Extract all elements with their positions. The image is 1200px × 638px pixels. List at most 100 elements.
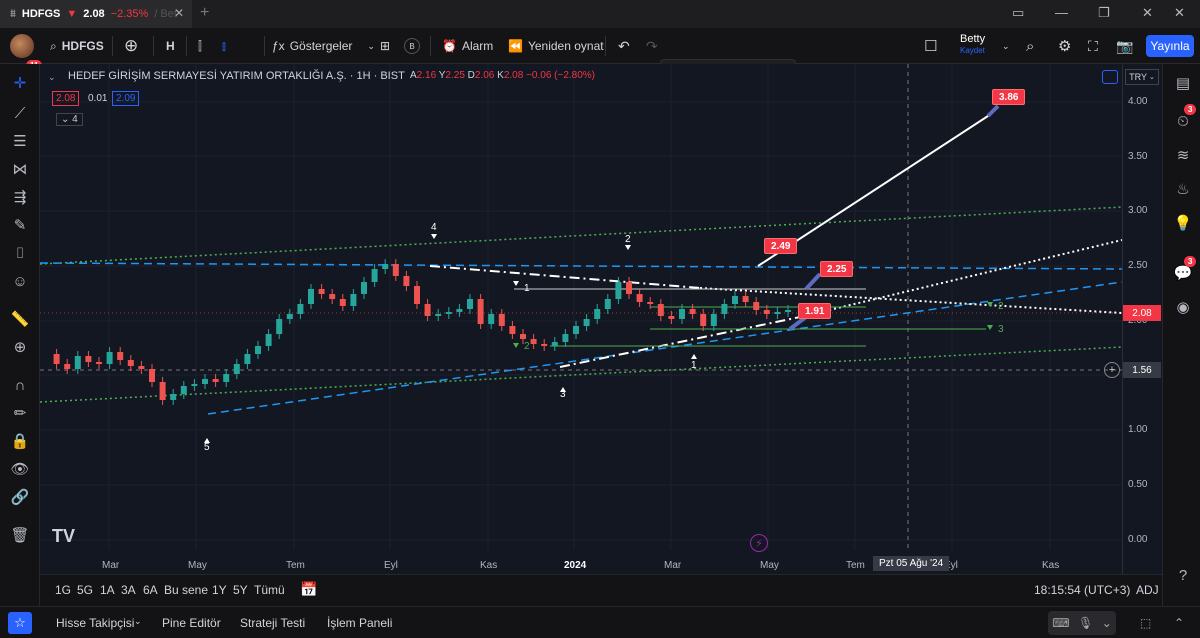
range-button[interactable]: 1G — [55, 583, 71, 597]
chart-pane[interactable]: 5 4 3 2 1 1 2 2 3 3.86 2.49 2.25 1.91 ⌄ … — [40, 64, 1162, 574]
price-tick: 2.50 — [1128, 260, 1148, 271]
brush-icon[interactable]: ✎ — [8, 214, 32, 236]
interval-button[interactable]: H — [166, 28, 175, 64]
eye-icon[interactable]: 👁 — [8, 458, 32, 480]
range-button[interactable]: 5Y — [233, 583, 248, 597]
sync-icon[interactable] — [1102, 70, 1118, 84]
fullscreen-icon[interactable]: ⛶ — [1088, 28, 1098, 64]
candle-body — [636, 294, 643, 302]
range-button[interactable]: 5G — [77, 583, 93, 597]
fib-icon[interactable]: ☰ — [8, 130, 32, 152]
alarm-button[interactable]: ⏰ Alarm — [442, 28, 493, 64]
maximize-panel-icon[interactable]: ⬚ — [1140, 616, 1151, 630]
adj-toggle[interactable]: ADJ — [1136, 583, 1159, 597]
footer-tab[interactable]: Pine Editör — [162, 616, 221, 630]
maximize-icon[interactable]: ❐ — [1098, 5, 1110, 21]
user-save[interactable]: Betty Kaydet — [960, 34, 985, 56]
target-tag[interactable]: 3.86 — [992, 89, 1026, 105]
price-scale[interactable]: TRY⌄ 4.00 3.50 3.00 2.50 2.00 1.50 1.00 … — [1122, 64, 1162, 574]
keyboard-icon[interactable]: ⌨ — [1052, 616, 1069, 630]
ask-price[interactable]: 2.09 — [112, 91, 140, 106]
ruler-icon[interactable]: 📏 — [8, 308, 32, 330]
symbol-search[interactable]: ⌕ HDFGS — [50, 28, 104, 64]
range-button[interactable]: Bu sene — [164, 583, 208, 597]
zoom-icon[interactable]: ⌕ — [1026, 28, 1034, 64]
candle-body — [689, 309, 696, 314]
indicators-button[interactable]: ƒx Göstergeler ⌄ — [272, 28, 375, 64]
watchlist-icon[interactable]: ▤ — [1171, 72, 1195, 94]
footer-tab[interactable]: İşlem Paneli — [327, 616, 392, 630]
goto-date-icon[interactable]: 📅 — [300, 581, 317, 598]
undo-icon[interactable]: ↶ — [618, 28, 630, 64]
close-tab-icon[interactable]: ✕ — [174, 6, 184, 20]
collapse-chevron-icon[interactable]: ⌄ — [48, 72, 56, 83]
add-alert-plus-icon[interactable]: + — [1104, 362, 1120, 378]
user-name: Betty — [960, 33, 986, 45]
candles-icon[interactable]: ⫾ — [222, 28, 226, 64]
footer-tab[interactable]: Hisse Takipçisi — [56, 616, 134, 630]
alarm-clock-icon: ⏰ — [442, 39, 457, 53]
magnet-icon[interactable]: ∩ — [8, 374, 32, 396]
crosshair-date-label: Pzt 05 Ağu '24 — [873, 556, 950, 571]
ideas-bulb-icon[interactable]: 💡 — [1171, 212, 1195, 234]
avatar[interactable] — [10, 34, 34, 58]
camera-icon[interactable]: 📷 — [1116, 28, 1133, 64]
publish-button[interactable]: Yayınla — [1146, 35, 1194, 57]
layout-icon[interactable]: ▭ — [1012, 5, 1024, 21]
range-button[interactable]: 6A — [143, 583, 158, 597]
chevron-down-icon[interactable]: ⌄ — [1002, 28, 1010, 64]
lock-drawing-icon[interactable]: ✏ — [8, 402, 32, 424]
trend-line-icon[interactable]: ⟋ — [8, 102, 32, 124]
range-button[interactable]: 1Y — [212, 583, 227, 597]
target-tag[interactable]: 2.25 — [820, 261, 854, 277]
crosshair-icon[interactable]: ✛ — [8, 72, 32, 94]
microphone-icon[interactable]: 🎙 — [1078, 616, 1093, 630]
currency-select[interactable]: TRY ⌄ — [1125, 69, 1159, 85]
footer-tab[interactable]: Strateji Testi — [240, 616, 305, 630]
lock-icon[interactable]: 🔒 — [8, 430, 32, 452]
wave-label: 3 — [998, 324, 1004, 335]
close-window-icon-2[interactable]: ✕ — [1174, 5, 1185, 21]
tradingview-logo[interactable]: TV — [52, 526, 75, 547]
chart-title[interactable]: HEDEF GİRİŞİM SERMAYESİ YATIRIM ORTAKLIĞ… — [68, 70, 405, 82]
signal-icon[interactable]: ◉ — [1171, 296, 1195, 318]
settings-icon[interactable]: ⚙ — [1058, 28, 1071, 64]
star-icon[interactable]: ☆ — [8, 612, 32, 634]
layout-square-icon[interactable]: ☐ — [924, 28, 937, 64]
time-axis[interactable]: Mar May Tem Eyl Kas 2024 Mar May Tem Eyl… — [40, 550, 1120, 574]
trash-icon[interactable]: 🗑 — [8, 524, 32, 546]
link-icon[interactable]: 🔗 — [8, 486, 32, 508]
target-tag[interactable]: 2.49 — [764, 238, 798, 254]
new-tab-icon[interactable]: + — [200, 4, 209, 22]
chevron-down-icon[interactable]: ⌄ — [134, 616, 142, 627]
range-button[interactable]: 3A — [121, 583, 136, 597]
range-button[interactable]: Tümü — [254, 583, 285, 597]
help-icon[interactable]: ? — [1171, 564, 1195, 586]
hotlist-flame-icon[interactable]: ♨ — [1171, 178, 1195, 200]
templates-icon[interactable]: ⊞ — [380, 28, 390, 64]
b-button[interactable]: B — [404, 38, 420, 54]
clock-time[interactable]: 18:15:54 (UTC+3) — [1034, 583, 1130, 597]
bar-type-icon[interactable]: ⫿ — [198, 28, 202, 64]
minimize-icon[interactable]: — — [1055, 5, 1068, 20]
close-window-icon[interactable]: ✕ — [1142, 5, 1153, 21]
collapse-panel-icon[interactable]: ⌃ — [1174, 616, 1184, 630]
range-button[interactable]: 1A — [100, 583, 115, 597]
replay-button[interactable]: ⏪ Yeniden oynat — [508, 28, 604, 64]
candle-body — [700, 314, 707, 326]
bid-price[interactable]: 2.08 — [52, 91, 80, 106]
pattern-icon[interactable]: ⋈ — [8, 158, 32, 180]
chevron-down-icon[interactable]: ⌄ — [1102, 616, 1112, 630]
emoji-icon[interactable]: ☺ — [8, 270, 32, 292]
candle-body — [530, 339, 537, 344]
forecast-icon[interactable]: ⇶ — [8, 186, 32, 208]
add-symbol-icon[interactable]: ⊕ — [124, 28, 138, 64]
indicator-toggle[interactable]: ⌄ 4 — [56, 113, 83, 126]
zoom-in-icon[interactable]: ⊕ — [8, 336, 32, 358]
redo-icon[interactable]: ↷ — [646, 28, 658, 64]
target-tag[interactable]: 1.91 — [798, 303, 832, 319]
candle-body — [763, 310, 770, 314]
layers-icon[interactable]: ≋ — [1171, 144, 1195, 166]
browser-tab[interactable]: ⩩ HDFGS ▼ 2.08 −2.35% / Bet ✕ — [0, 0, 192, 28]
text-callout-icon[interactable]: ⌷ — [8, 242, 32, 264]
